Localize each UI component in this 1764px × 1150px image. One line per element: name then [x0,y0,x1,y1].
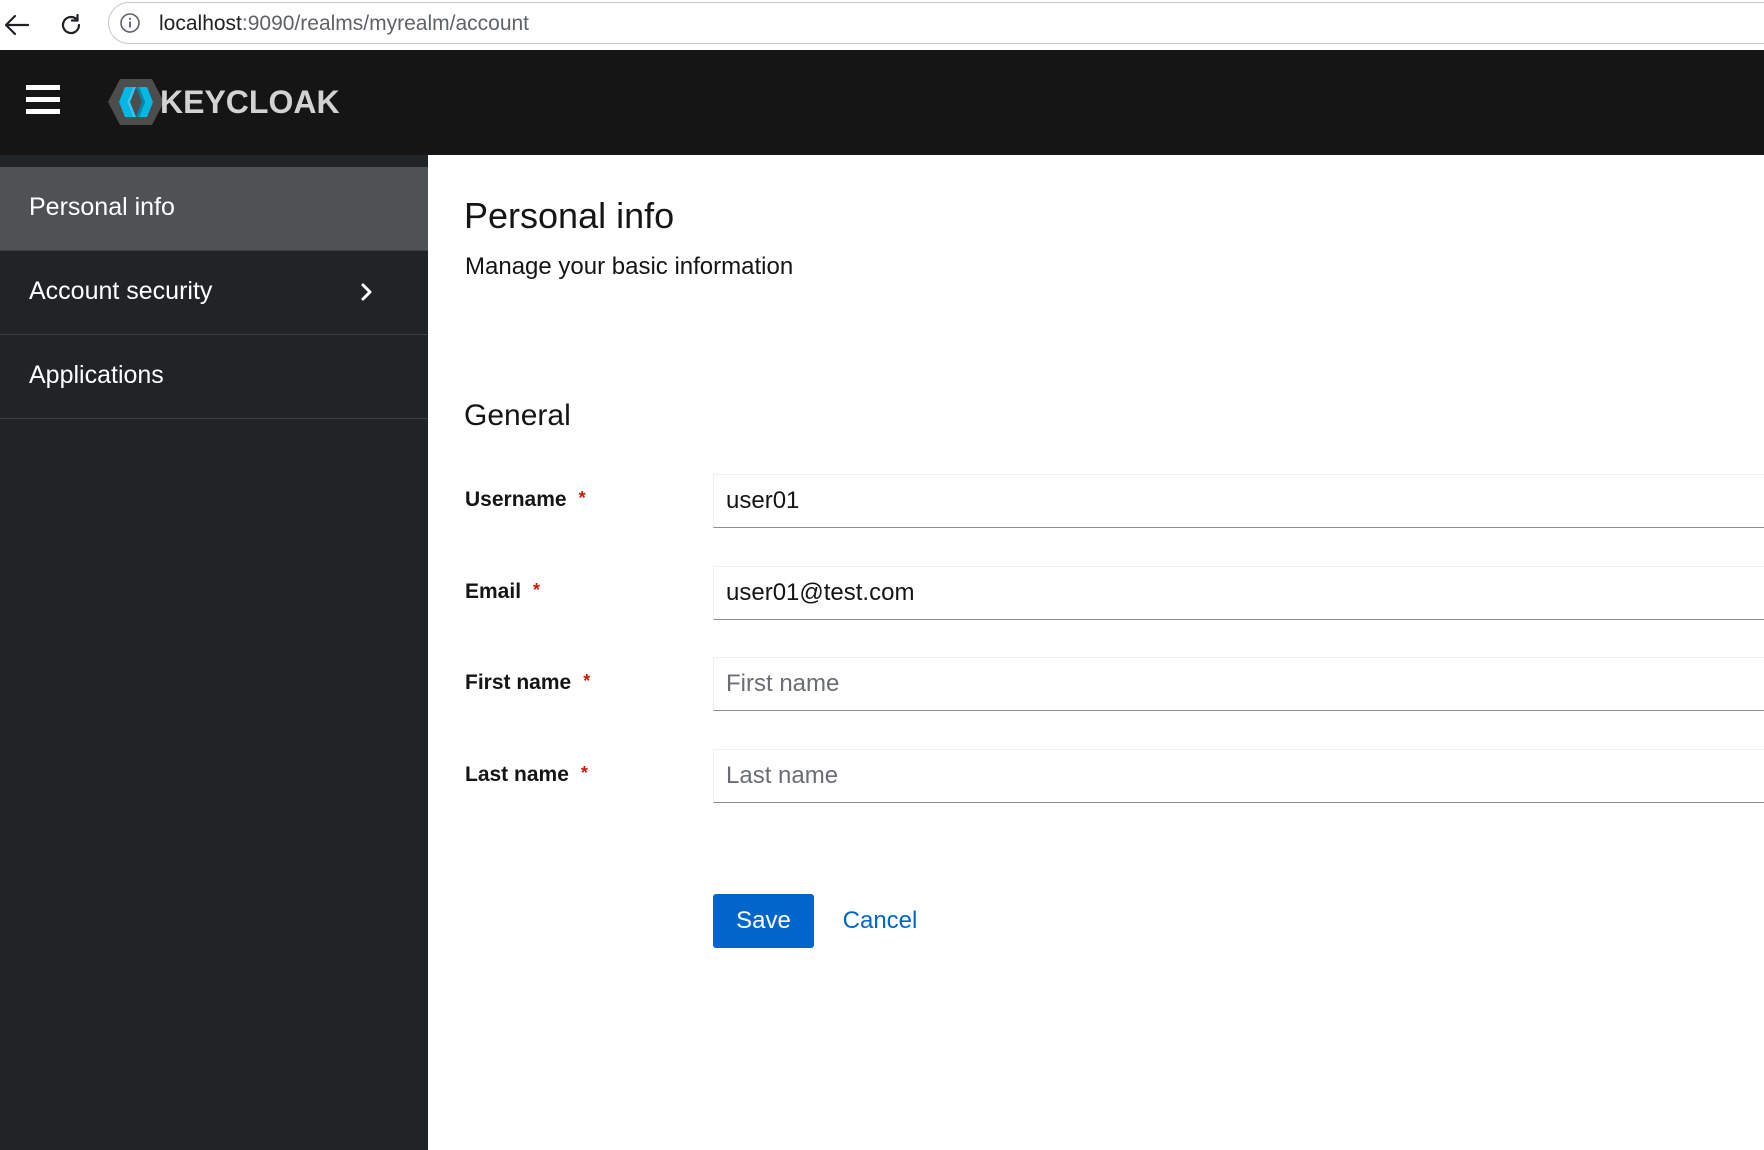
username-field[interactable] [713,474,1764,528]
section-title: General [464,399,571,432]
form-row-email: Email * [428,566,1764,620]
email-label: Email * [465,580,541,603]
sidebar-item-personal-info[interactable]: Personal info [0,167,428,251]
url-host: localhost [159,12,242,35]
address-bar[interactable]: localhost:9090/realms/myrealm/account [108,2,1764,44]
page-subtitle: Manage your basic information [465,253,794,280]
sidebar-item-label: Applications [29,361,164,389]
main-content: Personal info Manage your basic informat… [428,155,1764,1150]
required-marker: * [533,580,541,600]
chevron-right-icon[interactable] [358,278,376,306]
sidebar: Personal info Account security Applicati… [0,155,428,1150]
cancel-button[interactable]: Cancel [830,894,930,948]
required-marker: * [583,671,591,691]
sidebar-item-label: Account security [29,277,213,305]
form-row-username: Username * [428,474,1764,528]
back-arrow-icon[interactable] [0,8,34,42]
first-name-label: First name * [465,671,591,694]
browser-toolbar: localhost:9090/realms/myrealm/account [0,0,1764,51]
url-path: :9090/realms/myrealm/account [241,12,530,35]
last-name-field[interactable] [713,749,1764,803]
reload-icon[interactable] [54,8,88,42]
hamburger-menu-icon[interactable] [26,85,66,121]
logo-text: KEYCLOAK [160,83,340,120]
masthead: KEYCLOAK [0,50,1764,155]
first-name-field[interactable] [713,657,1764,711]
save-button[interactable]: Save [713,894,814,948]
sidebar-item-applications[interactable]: Applications [0,335,428,419]
sidebar-item-label: Personal info [29,193,175,221]
email-field[interactable] [713,566,1764,620]
username-label: Username * [465,488,586,511]
last-name-label: Last name * [465,763,588,786]
keycloak-logo[interactable]: KEYCLOAK [106,74,340,130]
sidebar-item-account-security[interactable]: Account security [0,251,428,335]
keycloak-logo-icon [108,79,164,125]
required-marker: * [578,488,586,508]
page-title: Personal info [464,195,675,236]
form-row-first-name: First name * [428,657,1764,711]
required-marker: * [580,763,588,783]
url-text[interactable]: localhost:9090/realms/myrealm/account [159,12,529,36]
form-row-last-name: Last name * [428,749,1764,803]
site-info-icon[interactable] [119,12,141,34]
